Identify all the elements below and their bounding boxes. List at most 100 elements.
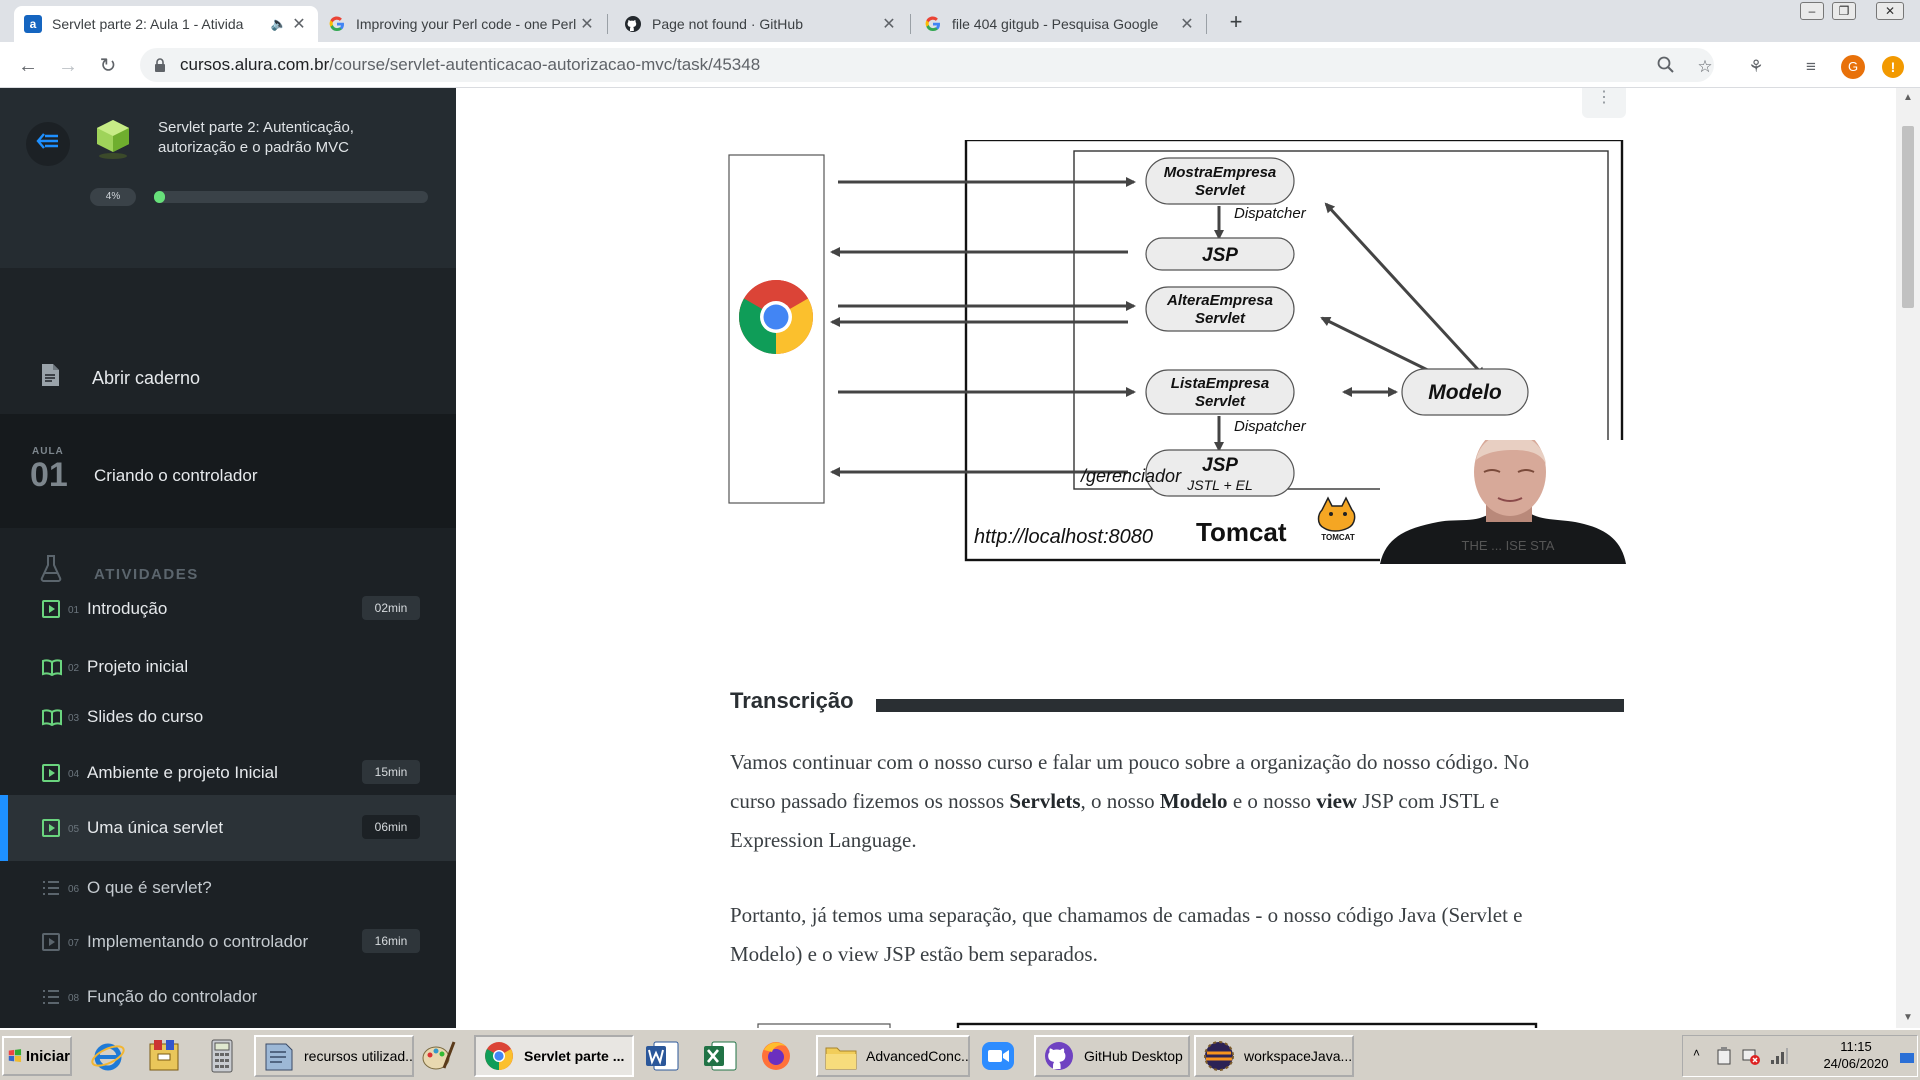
course-header: Servlet parte 2: Autenticação, autorizaç…	[0, 88, 456, 268]
bookmark-star-icon[interactable]: ☆	[1694, 56, 1716, 78]
activity-item[interactable]: 08 Função do controlador	[0, 964, 456, 1028]
dispatcher-label: Dispatcher	[1234, 205, 1307, 222]
folder-icon	[825, 1047, 857, 1070]
activity-title: Ambiente e projeto Inicial	[87, 763, 278, 782]
tab-alura-course[interactable]: a Servlet parte 2: Aula 1 - Ativida 🔈 ✕	[14, 6, 318, 42]
lesson-title: Criando o controlador	[94, 466, 258, 485]
scroll-up-icon[interactable]: ▲	[1902, 92, 1914, 104]
open-notebook-button[interactable]: Abrir caderno	[0, 268, 456, 414]
address-bar[interactable]: cursos.alura.com.br/course/servlet-auten…	[140, 48, 1714, 82]
reload-icon[interactable]: ↻	[94, 52, 122, 80]
taskbar-chrome[interactable]: Servlet parte ...	[474, 1035, 634, 1077]
github-icon	[624, 15, 642, 33]
taskbar-github-desktop[interactable]: GitHub Desktop	[1034, 1035, 1190, 1077]
tab-separator	[910, 14, 911, 34]
scroll-down-icon[interactable]: ▼	[1902, 1012, 1914, 1024]
zoom-icon[interactable]	[1655, 56, 1677, 78]
audio-playing-icon[interactable]: 🔈	[268, 16, 290, 32]
extension-icon[interactable]: ⚘	[1745, 56, 1767, 78]
transcript-bold-term: Modelo	[1159, 789, 1228, 813]
tab-separator	[1206, 14, 1207, 34]
eclipse-icon	[1204, 1041, 1234, 1071]
internet-explorer-icon[interactable]	[90, 1038, 130, 1074]
course-title[interactable]: Servlet parte 2: Autenticação, autorizaç…	[158, 118, 418, 158]
taskbar-eclipse[interactable]: workspaceJava...	[1194, 1035, 1354, 1077]
tray-expand-icon[interactable]: ˄	[1693, 1046, 1700, 1060]
close-tab-icon[interactable]: ✕	[290, 14, 308, 34]
shirt-text: THE ... ISE STA	[1462, 538, 1555, 553]
page-scrollbar[interactable]: ▲ ▼	[1896, 88, 1920, 1028]
list-icon	[42, 988, 60, 1006]
activity-number: 08	[68, 993, 80, 1004]
archive-icon[interactable]	[146, 1038, 186, 1074]
taskbar-folder[interactable]: AdvancedConc...	[816, 1035, 970, 1077]
activity-duration-badge: 02min	[362, 596, 420, 620]
restore-icon[interactable]: ❐	[1832, 2, 1856, 20]
activity-number: 06	[68, 884, 80, 895]
back-icon[interactable]: ←	[14, 52, 42, 80]
media-controls-icon[interactable]: ≡	[1800, 56, 1822, 78]
start-button[interactable]: Iniciar	[2, 1036, 72, 1076]
google-icon	[328, 15, 346, 33]
alura-icon: a	[24, 15, 42, 33]
modelo-node: Modelo	[1401, 368, 1529, 416]
more-options-icon[interactable]: ⋮	[1582, 88, 1626, 118]
transcript-paragraph: Portanto, já temos uma separação, que ch…	[730, 903, 1523, 966]
svg-text:JSP: JSP	[1202, 455, 1238, 476]
course-progress-fill	[154, 191, 165, 203]
forward-icon[interactable]: →	[54, 52, 82, 80]
progress-percent: 4%	[90, 188, 136, 206]
safely-remove-icon[interactable]	[1715, 1046, 1733, 1071]
book-icon	[42, 708, 62, 727]
close-tab-icon[interactable]: ✕	[578, 14, 596, 34]
close-window-icon[interactable]: ✕	[1876, 2, 1904, 20]
paint-icon[interactable]	[420, 1038, 460, 1074]
clock-date: 24/06/2020	[1823, 1056, 1889, 1071]
transcript-bold-term: view	[1316, 789, 1358, 813]
minimize-icon[interactable]: ‒	[1800, 2, 1824, 20]
tab-google-search[interactable]: file 404 gitgub - Pesquisa Google ✕	[914, 6, 1206, 42]
svg-text:JSTL + EL: JSTL + EL	[1186, 477, 1253, 493]
activity-title: Slides do curso	[87, 707, 204, 726]
tomcat-label: Tomcat	[1196, 517, 1287, 547]
tab-perl[interactable]: Improving your Perl code - one Perl ✕	[318, 6, 606, 42]
scroll-thumb[interactable]	[1902, 126, 1914, 308]
altera-empresa-servlet-node: AlteraEmpresa Servlet	[1145, 286, 1295, 332]
list-icon	[42, 879, 60, 897]
lesson-header[interactable]: AULA 01 Criando o controlador	[0, 414, 456, 528]
clock[interactable]: 11:15 24/06/2020	[1811, 1038, 1901, 1072]
activity-item[interactable]: 01 Introdução 02min	[0, 576, 456, 642]
transcription-label: Transcrição	[730, 688, 854, 713]
activity-item[interactable]: 05 Uma única servlet 06min	[0, 795, 456, 861]
activity-title: Uma única servlet	[87, 818, 224, 837]
server-url-label: http://localhost:8080	[974, 526, 1153, 548]
google-icon	[924, 15, 942, 33]
firefox-icon[interactable]	[758, 1038, 798, 1074]
zoom-app-icon[interactable]	[980, 1038, 1020, 1074]
video-icon	[42, 819, 60, 837]
update-alert-icon[interactable]: !	[1882, 56, 1904, 78]
taskbar-notepad[interactable]: recursos utilizad...	[254, 1035, 414, 1077]
back-to-course-button[interactable]	[26, 122, 70, 166]
clock-time: 11:15	[1840, 1039, 1872, 1054]
activity-number: 05	[68, 824, 80, 835]
word-icon[interactable]	[644, 1038, 684, 1074]
activity-number: 03	[68, 713, 80, 724]
book-icon	[42, 658, 62, 677]
excel-icon[interactable]	[702, 1038, 742, 1074]
activity-duration-badge: 06min	[362, 815, 420, 839]
close-tab-icon[interactable]: ✕	[880, 14, 898, 34]
profile-avatar[interactable]: G	[1841, 55, 1865, 79]
transcript-paragraph: Vamos continuar com o nosso curso e fala…	[730, 743, 1550, 860]
transcript-text: e o nosso	[1227, 789, 1317, 813]
svg-text:ListaEmpresa: ListaEmpresa	[1171, 375, 1269, 392]
signal-icon[interactable]	[1769, 1046, 1789, 1071]
heading-rule	[876, 699, 1624, 712]
new-tab-button[interactable]: +	[1222, 8, 1250, 36]
action-center-icon[interactable]	[1899, 1050, 1915, 1071]
close-tab-icon[interactable]: ✕	[1178, 14, 1196, 34]
tab-github[interactable]: Page not found · GitHub ✕	[614, 6, 908, 42]
svg-text:TOMCAT: TOMCAT	[1321, 533, 1355, 542]
calculator-icon[interactable]	[204, 1038, 244, 1074]
network-alert-icon[interactable]	[1741, 1046, 1761, 1071]
